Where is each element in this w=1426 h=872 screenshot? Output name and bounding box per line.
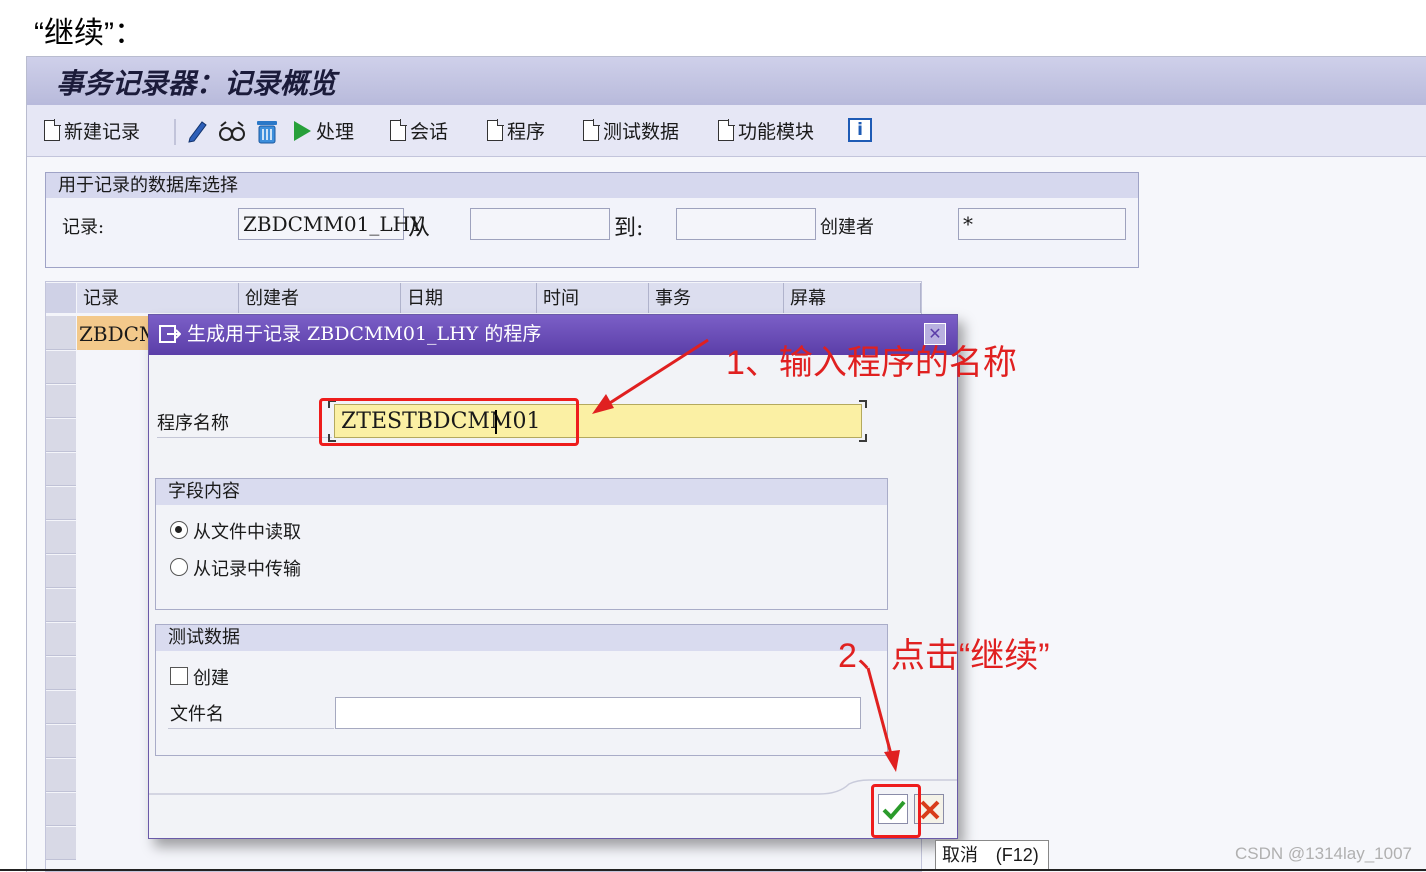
tooltip-text: 取消 [942, 845, 978, 866]
row-selector[interactable] [46, 827, 76, 860]
function-module-label: 功能模块 [738, 121, 815, 143]
column-header-transaction[interactable]: 事务 [649, 283, 784, 313]
create-checkbox[interactable] [170, 667, 188, 685]
record-label: 记录: [62, 217, 105, 238]
row-selector[interactable] [46, 657, 76, 690]
toolbar-separator [174, 119, 176, 145]
column-header-creator[interactable]: 创建者 [239, 283, 401, 313]
edit-pencil-icon[interactable] [186, 118, 210, 144]
record-input[interactable]: ZBDCMM01_LHY [238, 208, 423, 240]
document-icon [390, 119, 407, 141]
row-selector[interactable] [46, 725, 76, 758]
document-icon [718, 119, 735, 141]
radio-transfer-from-record-label[interactable]: 从记录中传输 [193, 555, 301, 581]
tooltip-shortcut: (F12) [995, 845, 1039, 865]
selection-group-header: 用于记录的数据库选择 [46, 173, 1138, 198]
row-selector[interactable] [46, 316, 76, 350]
document-icon [487, 119, 504, 141]
dialog-window-icon [159, 325, 181, 343]
to-label: 到: [614, 216, 644, 241]
row-selector[interactable] [46, 453, 76, 486]
column-header-record[interactable]: 记录 [77, 283, 239, 313]
column-header-time[interactable]: 时间 [537, 283, 649, 313]
radio-transfer-from-record[interactable] [170, 558, 188, 576]
row-selector[interactable] [46, 521, 76, 554]
row-selector[interactable] [46, 351, 76, 384]
dialog-footer-divider [149, 779, 957, 795]
page-title: 事务记录器：记录概览 [56, 67, 337, 100]
from-label: 从 [408, 216, 431, 241]
new-record-button[interactable]: 新建记录 [44, 117, 140, 144]
program-label: 程序 [507, 121, 546, 143]
row-selector[interactable] [46, 419, 76, 452]
row-selector[interactable] [46, 691, 76, 724]
table-cell-record[interactable]: ZBDCMM [77, 316, 152, 350]
process-label: 处理 [316, 121, 355, 143]
row-selector[interactable] [46, 793, 76, 826]
document-icon [44, 119, 61, 141]
annotation-box-continue [871, 784, 921, 838]
from-input[interactable] [470, 208, 610, 240]
row-selector[interactable] [46, 487, 76, 520]
glasses-display-icon[interactable] [218, 120, 246, 144]
program-button[interactable]: 程序 [487, 117, 545, 144]
row-selector[interactable] [46, 385, 76, 418]
creator-label: 创建者 [820, 217, 874, 238]
trash-delete-icon[interactable] [254, 117, 280, 145]
column-header-date[interactable]: 日期 [401, 283, 537, 313]
radio-read-from-file-label[interactable]: 从文件中读取 [193, 518, 301, 544]
row-selector[interactable] [46, 589, 76, 622]
function-module-button[interactable]: 功能模块 [718, 117, 814, 144]
annotation-arrows [592, 338, 900, 772]
session-button[interactable]: 会话 [390, 117, 448, 144]
label-underline [157, 437, 332, 438]
row-selector[interactable] [46, 623, 76, 656]
create-checkbox-label[interactable]: 创建 [193, 664, 229, 690]
row-selector[interactable] [46, 555, 76, 588]
test-data-label: 测试数据 [603, 121, 680, 143]
row-selector[interactable] [46, 759, 76, 792]
document-icon [583, 119, 600, 141]
session-label: 会话 [410, 121, 449, 143]
execute-play-icon [294, 120, 311, 141]
column-header-screen[interactable]: 屏幕 [784, 283, 921, 313]
process-button[interactable]: 处理 [292, 117, 354, 144]
file-name-label: 文件名 [170, 704, 224, 725]
caption-text: “继续”： [34, 17, 144, 50]
new-record-label: 新建记录 [64, 121, 141, 143]
label-underline [168, 728, 334, 729]
info-icon[interactable]: i [848, 118, 872, 142]
watermark: CSDN @1314lay_1007 [1235, 844, 1412, 863]
test-data-button[interactable]: 测试数据 [583, 117, 679, 144]
program-name-label: 程序名称 [157, 413, 229, 434]
creator-input[interactable]: * [958, 208, 1126, 240]
cancel-tooltip: 取消 (F12) [935, 840, 1049, 870]
annotation-box-program-name [319, 398, 579, 446]
table-select-all[interactable] [46, 283, 76, 313]
to-input[interactable] [676, 208, 816, 240]
bottom-rule [0, 869, 1426, 871]
radio-read-from-file[interactable] [170, 521, 188, 539]
